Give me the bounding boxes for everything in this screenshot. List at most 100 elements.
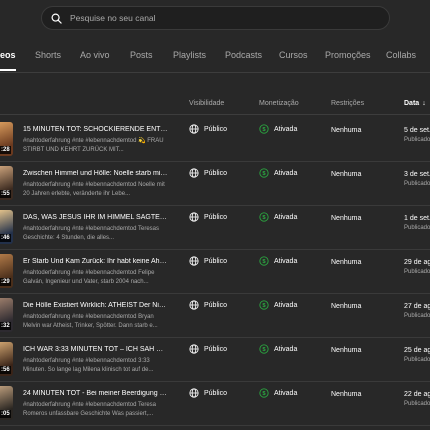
visibility-cell[interactable]: Público bbox=[189, 300, 227, 310]
monetization-label: Ativada bbox=[274, 257, 298, 265]
video-duration: :05 bbox=[0, 410, 11, 418]
visibility-cell[interactable]: Público bbox=[189, 344, 227, 354]
video-title[interactable]: ICH WAR 3:33 MINUTEN TOT – ICH SAH DIE J… bbox=[23, 346, 168, 353]
restrictions-label: Nenhuma bbox=[331, 171, 362, 178]
globe-icon bbox=[189, 344, 199, 354]
tab-live[interactable]: Ao vivo bbox=[80, 50, 110, 60]
restrictions-label: Nenhuma bbox=[331, 127, 362, 134]
publish-status: Publicado bbox=[404, 137, 430, 143]
monetization-label: Ativada bbox=[274, 301, 298, 309]
monetization-cell[interactable]: $ Ativada bbox=[259, 256, 297, 266]
video-thumbnail[interactable]: :46 bbox=[0, 210, 13, 244]
video-row[interactable]: :05 24 MINUTEN TOT - Bei meiner Beerdigu… bbox=[0, 382, 430, 426]
visibility-label: Público bbox=[204, 301, 227, 309]
svg-text:$: $ bbox=[262, 259, 266, 265]
visibility-label: Público bbox=[204, 213, 227, 221]
visibility-cell[interactable]: Público bbox=[189, 124, 227, 134]
video-title[interactable]: 15 MINUTEN TOT: SCHOCKIERENDE ENTHÜL... bbox=[23, 126, 168, 133]
publish-date: 27 de ag bbox=[404, 303, 430, 310]
svg-text:$: $ bbox=[262, 215, 266, 221]
monetization-dollar-icon: $ bbox=[259, 124, 269, 134]
tab-posts[interactable]: Posts bbox=[130, 50, 153, 60]
monetization-dollar-icon: $ bbox=[259, 344, 269, 354]
column-header-monetization[interactable]: Monetização bbox=[259, 100, 299, 107]
video-row[interactable]: :29 Er Starb Und Kam Zurück: Ihr habt ke… bbox=[0, 250, 430, 294]
video-description: #nahtoderfahrung #nte #lebennachdemtod T… bbox=[23, 226, 159, 241]
tab-podcasts[interactable]: Podcasts bbox=[225, 50, 262, 60]
tab-courses[interactable]: Cursos bbox=[279, 50, 308, 60]
visibility-cell[interactable]: Público bbox=[189, 388, 227, 398]
visibility-cell[interactable]: Público bbox=[189, 212, 227, 222]
monetization-dollar-icon: $ bbox=[259, 256, 269, 266]
column-header-restrictions[interactable]: Restrições bbox=[331, 100, 364, 107]
globe-icon bbox=[189, 168, 199, 178]
publish-date: 3 de set. bbox=[404, 171, 430, 178]
monetization-cell[interactable]: $ Ativada bbox=[259, 168, 297, 178]
visibility-label: Público bbox=[204, 125, 227, 133]
svg-text:$: $ bbox=[262, 171, 266, 177]
publish-date: 22 de ag bbox=[404, 391, 430, 398]
globe-icon bbox=[189, 300, 199, 310]
publish-date: 1 de set. bbox=[404, 215, 430, 222]
column-header-visibility[interactable]: Visibilidade bbox=[189, 100, 224, 107]
svg-text:$: $ bbox=[262, 127, 266, 133]
publish-date: 25 de ag bbox=[404, 347, 430, 354]
video-duration: :29 bbox=[0, 278, 11, 286]
tab-collabs[interactable]: Collabs bbox=[386, 50, 416, 60]
restrictions-label: Nenhuma bbox=[331, 215, 362, 222]
column-header-date-label: Data bbox=[404, 100, 420, 107]
video-row[interactable]: :46 DAS, WAS JESUS IHR IM HIMMEL SAGTE, … bbox=[0, 206, 430, 250]
monetization-label: Ativada bbox=[274, 389, 298, 397]
video-description: #nahtoderfahrung #nte #lebennachdemtod 💫… bbox=[23, 138, 164, 153]
monetization-cell[interactable]: $ Ativada bbox=[259, 212, 297, 222]
globe-icon bbox=[189, 256, 199, 266]
visibility-cell[interactable]: Público bbox=[189, 256, 227, 266]
tab-promotions[interactable]: Promoções bbox=[325, 50, 371, 60]
video-row[interactable]: :32 Die Hölle Existiert Wirklich: ATHEIS… bbox=[0, 294, 430, 338]
monetization-cell[interactable]: $ Ativada bbox=[259, 300, 297, 310]
column-header-date[interactable]: Data ↓ bbox=[404, 100, 426, 107]
svg-text:$: $ bbox=[262, 391, 266, 397]
visibility-label: Público bbox=[204, 389, 227, 397]
search-placeholder: Pesquise no seu canal bbox=[70, 13, 156, 23]
video-thumbnail[interactable]: :32 bbox=[0, 298, 13, 332]
active-tab-indicator bbox=[0, 69, 16, 71]
channel-search-input[interactable]: Pesquise no seu canal bbox=[41, 6, 390, 30]
restrictions-label: Nenhuma bbox=[331, 347, 362, 354]
tab-shorts[interactable]: Shorts bbox=[35, 50, 61, 60]
video-title[interactable]: DAS, WAS JESUS IHR IM HIMMEL SAGTE, WI..… bbox=[23, 214, 168, 221]
video-row[interactable]: :55 Zwischen Himmel und Hölle: Noelle st… bbox=[0, 162, 430, 206]
restrictions-label: Nenhuma bbox=[331, 391, 362, 398]
tab-playlists[interactable]: Playlists bbox=[173, 50, 206, 60]
video-row[interactable]: :28 15 MINUTEN TOT: SCHOCKIERENDE ENTHÜL… bbox=[0, 118, 430, 162]
monetization-label: Ativada bbox=[274, 169, 298, 177]
video-thumbnail[interactable]: :05 bbox=[0, 386, 13, 420]
visibility-cell[interactable]: Público bbox=[189, 168, 227, 178]
video-thumbnail[interactable]: :28 bbox=[0, 122, 13, 156]
publish-date: 5 de set. bbox=[404, 127, 430, 134]
video-description: #nahtoderfahrung #nte #lebennachdemtod F… bbox=[23, 270, 155, 285]
visibility-label: Público bbox=[204, 169, 227, 177]
video-thumbnail[interactable]: :56 bbox=[0, 342, 13, 376]
video-title[interactable]: Die Hölle Existiert Wirklich: ATHEIST De… bbox=[23, 302, 168, 309]
video-duration: :32 bbox=[0, 322, 11, 330]
svg-text:$: $ bbox=[262, 303, 266, 309]
monetization-cell[interactable]: $ Ativada bbox=[259, 388, 297, 398]
video-thumbnail[interactable]: :29 bbox=[0, 254, 13, 288]
globe-icon bbox=[189, 124, 199, 134]
video-title[interactable]: Er Starb Und Kam Zurück: Ihr habt keine … bbox=[23, 258, 168, 265]
monetization-dollar-icon: $ bbox=[259, 212, 269, 222]
publish-date: 29 de ag bbox=[404, 259, 430, 266]
video-duration: :55 bbox=[0, 190, 11, 198]
visibility-label: Público bbox=[204, 345, 227, 353]
tab-videos[interactable]: eos bbox=[0, 50, 16, 60]
video-row[interactable]: :56 ICH WAR 3:33 MINUTEN TOT – ICH SAH D… bbox=[0, 338, 430, 382]
monetization-cell[interactable]: $ Ativada bbox=[259, 344, 297, 354]
sort-descending-icon: ↓ bbox=[422, 100, 426, 107]
visibility-label: Público bbox=[204, 257, 227, 265]
video-thumbnail[interactable]: :55 bbox=[0, 166, 13, 200]
video-title[interactable]: 24 MINUTEN TOT - Bei meiner Beerdigung s… bbox=[23, 390, 168, 397]
monetization-cell[interactable]: $ Ativada bbox=[259, 124, 297, 134]
header-divider bbox=[0, 114, 430, 115]
video-title[interactable]: Zwischen Himmel und Hölle: Noelle starb … bbox=[23, 170, 168, 177]
